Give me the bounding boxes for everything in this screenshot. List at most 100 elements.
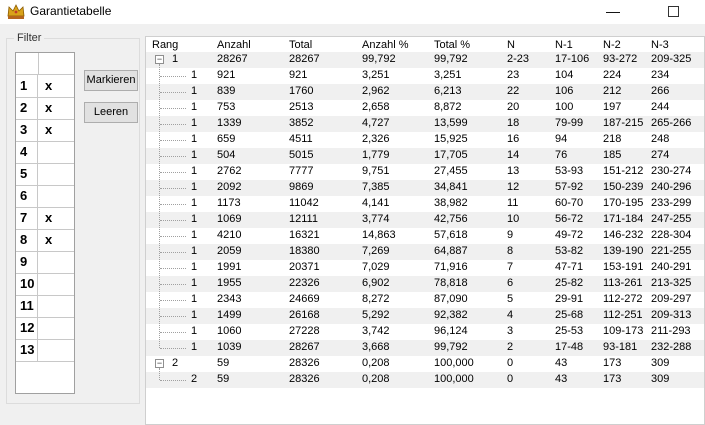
- leeren-button[interactable]: Leeren: [84, 102, 138, 123]
- n-cell: 0: [507, 373, 514, 385]
- filter-row-mark[interactable]: x: [39, 97, 73, 119]
- n1-cell: 106: [555, 85, 574, 97]
- anzahl-cell: 504: [217, 149, 236, 161]
- n1-cell: 53-93: [555, 165, 584, 177]
- tree-child-row[interactable]: 1 1173 11042 4,141 38,982 11 60-70 170-195 233-2…: [146, 196, 704, 212]
- filter-row-mark[interactable]: [39, 273, 73, 295]
- filter-row-mark[interactable]: x: [39, 119, 73, 141]
- filter-row-mark[interactable]: [39, 339, 73, 361]
- n2-cell: 139-190: [603, 245, 644, 257]
- n-cell: 12: [507, 181, 520, 193]
- n2-cell: 212: [603, 85, 622, 97]
- filter-row-mark[interactable]: [39, 185, 73, 207]
- window-title: Garantietabelle: [30, 4, 112, 18]
- n1-cell: 25-53: [555, 325, 584, 337]
- anzahl-cell: 1955: [217, 277, 242, 289]
- filter-row-number: 8: [16, 229, 38, 251]
- tree-child-row[interactable]: 1 1991 20371 7,029 71,916 7 47-71 153-191 240-29…: [146, 260, 704, 276]
- tree-group-row[interactable]: −1 28267 28267 99,792 99,792 2-23 17-106 93-272…: [146, 52, 704, 68]
- tree-child-row[interactable]: 1 1339 3852 4,727 13,599 18 79-99 187-215 265-26…: [146, 116, 704, 132]
- tree-child-row[interactable]: 1 2343 24669 8,272 87,090 5 29-91 112-272 209-29…: [146, 292, 704, 308]
- rang-cell: 1: [191, 69, 198, 81]
- n2-cell: 197: [603, 101, 622, 113]
- filter-row[interactable]: 2x: [16, 97, 74, 120]
- column-header[interactable]: Anzahl %: [362, 39, 408, 51]
- column-header[interactable]: N-1: [555, 39, 573, 51]
- minimize-button[interactable]: —: [590, 0, 636, 24]
- tree-child-row[interactable]: 1 1060 27228 3,742 96,124 3 25-53 109-173 211-29…: [146, 324, 704, 340]
- tree-child-row[interactable]: 1 1955 22326 6,902 78,818 6 25-82 113-261 213-32…: [146, 276, 704, 292]
- n1-cell: 53-82: [555, 245, 584, 257]
- total-cell: 3852: [289, 117, 314, 129]
- tree-child-row[interactable]: 1 1039 28267 3,668 99,792 2 17-48 93-181 232-288: [146, 340, 704, 356]
- filter-row-number: 5: [16, 163, 38, 185]
- tree-child-row[interactable]: 1 659 4511 2,326 15,925 16 94 218 248: [146, 132, 704, 148]
- n1-cell: 43: [555, 373, 568, 385]
- total-cell: 28326: [289, 373, 320, 385]
- n3-cell: 309: [651, 357, 670, 369]
- filter-row[interactable]: 1x: [16, 75, 74, 98]
- tree-child-row[interactable]: 2 59 28326 0,208 100,000 0 43 173 309: [146, 372, 704, 388]
- tree-child-row[interactable]: 1 2059 18380 7,269 64,887 8 53-82 139-190 221-25…: [146, 244, 704, 260]
- filter-row-mark[interactable]: [39, 251, 73, 273]
- tree-child-row[interactable]: 1 1069 12111 3,774 42,756 10 56-72 171-184 247-2…: [146, 212, 704, 228]
- filter-grid[interactable]: 1 x 2 x 3 x 4 5 6 7 x 8 x 9 10 11 12 13: [15, 52, 75, 394]
- column-header[interactable]: N-3: [651, 39, 669, 51]
- anzahl-pct-cell: 14,863: [362, 229, 396, 241]
- filter-row-mark[interactable]: x: [39, 229, 73, 251]
- n-cell: 3: [507, 325, 514, 337]
- markieren-button[interactable]: Markieren: [84, 70, 138, 91]
- tree-connector: [160, 220, 186, 221]
- column-header[interactable]: Anzahl: [217, 39, 251, 51]
- filter-row[interactable]: 3x: [16, 119, 74, 142]
- column-header[interactable]: N-2: [603, 39, 621, 51]
- tree-child-row[interactable]: 1 753 2513 2,658 8,872 20 100 197 244: [146, 100, 704, 116]
- tree-child-row[interactable]: 1 504 5015 1,779 17,705 14 76 185 274: [146, 148, 704, 164]
- tree-connector: [160, 188, 186, 189]
- n1-cell: 76: [555, 149, 568, 161]
- filter-row[interactable]: 4: [16, 141, 74, 164]
- filter-row[interactable]: 10: [16, 273, 74, 296]
- n-cell: 4: [507, 309, 514, 321]
- tree-child-row[interactable]: 1 839 1760 2,962 6,213 22 106 212 266: [146, 84, 704, 100]
- tree-child-row[interactable]: 1 1499 26168 5,292 92,382 4 25-68 112-251 209-31…: [146, 308, 704, 324]
- anzahl-pct-cell: 4,141: [362, 197, 390, 209]
- total-pct-cell: 6,213: [434, 85, 462, 97]
- client-area: Filter 1 x 2 x 3 x 4 5 6 7 x 8 x 9 10 11 12 13 Markieren …: [0, 24, 705, 425]
- filter-row[interactable]: 6: [16, 185, 74, 208]
- tree-child-row[interactable]: 1 4210 16321 14,863 57,618 9 49-72 146-232 228-3…: [146, 228, 704, 244]
- anzahl-cell: 2092: [217, 181, 242, 193]
- tree-child-row[interactable]: 1 2762 7777 9,751 27,455 13 53-93 151-212 230-27…: [146, 164, 704, 180]
- filter-row[interactable]: 9: [16, 251, 74, 274]
- n3-cell: 247-255: [651, 213, 692, 225]
- total-pct-cell: 71,916: [434, 261, 468, 273]
- column-header[interactable]: N: [507, 39, 515, 51]
- tree-child-row[interactable]: 1 2092 9869 7,385 34,841 12 57-92 150-239 240-29…: [146, 180, 704, 196]
- filter-row[interactable]: 11: [16, 295, 74, 318]
- filter-row-mark[interactable]: x: [39, 207, 73, 229]
- filter-row-mark[interactable]: [39, 317, 73, 339]
- n1-cell: 25-82: [555, 277, 584, 289]
- tree-connector: [160, 236, 186, 237]
- column-header[interactable]: Rang: [152, 39, 178, 51]
- column-header[interactable]: Total %: [434, 39, 470, 51]
- filter-row[interactable]: 12: [16, 317, 74, 340]
- result-tree-table[interactable]: Rang Anzahl Total Anzahl % Total % N N-1 N-2 N-3…: [145, 36, 705, 425]
- column-header[interactable]: Total: [289, 39, 312, 51]
- total-cell: 16321: [289, 229, 320, 241]
- filter-row-mark[interactable]: [39, 141, 73, 163]
- collapse-icon[interactable]: −: [155, 359, 164, 368]
- filter-row[interactable]: 7x: [16, 207, 74, 230]
- filter-row-mark[interactable]: [39, 163, 73, 185]
- anzahl-pct-cell: 3,742: [362, 325, 390, 337]
- filter-row[interactable]: 5: [16, 163, 74, 186]
- maximize-button[interactable]: [650, 0, 696, 24]
- filter-row-mark[interactable]: [39, 295, 73, 317]
- collapse-icon[interactable]: −: [155, 55, 164, 64]
- filter-row[interactable]: 8x: [16, 229, 74, 252]
- filter-row[interactable]: 13: [16, 339, 74, 362]
- filter-row-mark[interactable]: x: [39, 75, 73, 97]
- tree-child-row[interactable]: 1 921 921 3,251 3,251 23 104 224 234: [146, 68, 704, 84]
- rang-cell: 1: [191, 213, 198, 225]
- tree-group-row[interactable]: −2 59 28326 0,208 100,000 0 43 173 309: [146, 356, 704, 372]
